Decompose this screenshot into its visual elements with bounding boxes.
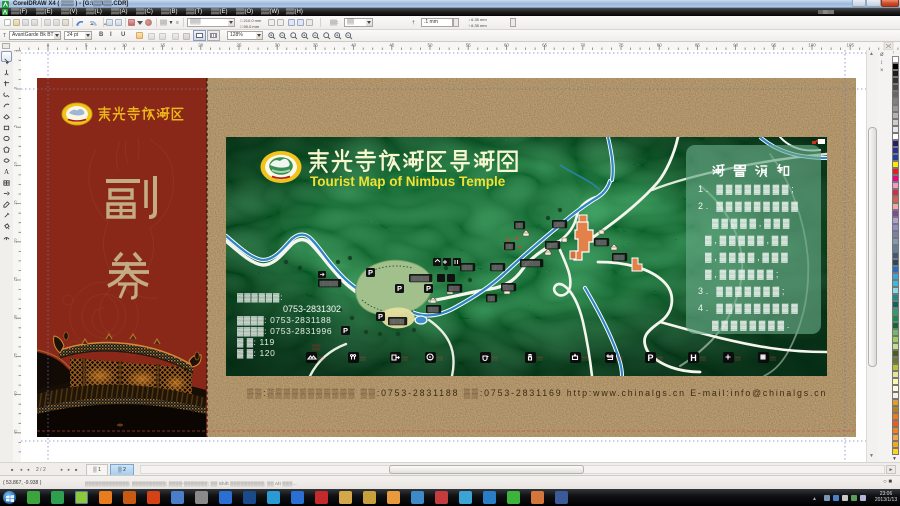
svg-text:P: P [343, 326, 348, 335]
svg-text:▒▒: ▒▒ [360, 356, 366, 361]
svg-text:20: 20 [198, 43, 204, 48]
svg-text:60: 60 [504, 43, 510, 48]
svg-text:▓▓▓▓▓▓▓▓.: ▓▓▓▓▓▓▓▓. [712, 320, 792, 331]
svg-text:▒▒: ▒▒ [506, 243, 514, 250]
svg-text:▒▒: ▒▒ [488, 295, 496, 302]
svg-text:▒▒: ▒▒ [582, 356, 588, 361]
svg-text:25: 25 [13, 276, 18, 281]
svg-text:15: 15 [13, 200, 18, 205]
svg-text:P: P [397, 284, 402, 293]
svg-text:▒▒: ▒▒ [770, 356, 776, 361]
svg-text:90: 90 [733, 43, 739, 48]
svg-text:▒▒:▒▒▒▒▒▒▒▒▒▒▒ ▒▒:0753-2831: ▒▒:▒▒▒▒▒▒▒▒▒▒▒ ▒▒:0753-2831188 ▒▒:0753-2… [247, 388, 827, 399]
svg-text:▒▒: ▒▒ [657, 356, 663, 361]
svg-text:▓▓▓▓: 0753-2831188: ▓▓▓▓: 0753-2831188 [237, 315, 332, 326]
svg-text:▒▒▒: ▒▒▒ [462, 264, 473, 271]
svg-text:20: 20 [13, 238, 18, 243]
svg-text:▒▒: ▒▒ [437, 356, 443, 361]
svg-text:▓,▓▓▓▓,▓▓▓: ▓,▓▓▓▓,▓▓▓ [705, 252, 791, 263]
svg-text:▓▓▓▓▓▓:: ▓▓▓▓▓▓: [237, 292, 284, 303]
svg-text:▒▒: ▒▒ [516, 222, 524, 229]
svg-text:15: 15 [160, 43, 166, 48]
svg-text:▒▒▒: ▒▒▒ [596, 239, 607, 246]
svg-text:▓▓▓▓: 0753-2831996: ▓▓▓▓: 0753-2831996 [237, 326, 332, 337]
svg-text:▓▓▓▓▓,▓▓▓: ▓▓▓▓▓,▓▓▓ [712, 218, 792, 229]
svg-text:▒▒▒: ▒▒▒ [614, 254, 625, 261]
svg-text:105: 105 [846, 43, 854, 48]
svg-text:35: 35 [13, 352, 18, 357]
svg-text:30: 30 [13, 314, 18, 319]
svg-text:4. ▓▓▓▓▓▓▓▓▓: 4. ▓▓▓▓▓▓▓▓▓ [698, 303, 801, 314]
svg-text:▓,▓▓▓▓▓,▓▓: ▓,▓▓▓▓▓,▓▓ [705, 235, 791, 246]
svg-text:85: 85 [695, 43, 701, 48]
svg-text:▒▒▒: ▒▒▒ [492, 264, 503, 271]
svg-text:P: P [426, 284, 431, 293]
svg-text:▒▒: ▒▒ [537, 356, 543, 361]
svg-text:50: 50 [427, 43, 433, 48]
svg-text:Tourist Map of Nimbus Temple: Tourist Map of Nimbus Temple [310, 174, 506, 189]
svg-text:0753-2831302: 0753-2831302 [283, 304, 341, 314]
svg-text:45: 45 [13, 429, 18, 434]
svg-text:95: 95 [771, 43, 777, 48]
svg-text:▓ ▓: 120: ▓ ▓: 120 [237, 348, 275, 359]
svg-text:10: 10 [13, 50, 18, 52]
svg-text:▒▒▒▒▒: ▒▒▒▒▒ [320, 280, 339, 287]
svg-text:▓,▓▓▓▓▓▓;: ▓,▓▓▓▓▓▓; [705, 269, 781, 280]
svg-text:80: 80 [657, 43, 663, 48]
svg-text:75: 75 [618, 43, 624, 48]
svg-text:▒▒▒: ▒▒▒ [449, 285, 460, 292]
svg-text:40: 40 [13, 391, 18, 396]
svg-text:▒▒▒: ▒▒▒ [503, 284, 514, 291]
svg-text:P: P [378, 312, 383, 321]
svg-text:10: 10 [122, 43, 128, 48]
svg-text:▒▒: ▒▒ [318, 356, 324, 361]
svg-text:30: 30 [275, 43, 281, 48]
svg-text:10: 10 [13, 161, 18, 166]
svg-text:3. ▓▓▓▓▓▓▓;: 3. ▓▓▓▓▓▓▓; [698, 286, 787, 297]
svg-text:45: 45 [389, 43, 395, 48]
svg-text:65: 65 [542, 43, 548, 48]
svg-text:▒▒: ▒▒ [312, 344, 321, 351]
svg-text:40: 40 [351, 43, 357, 48]
svg-text:35: 35 [313, 43, 319, 48]
svg-text:55: 55 [466, 43, 472, 48]
svg-text:P: P [647, 353, 653, 363]
svg-text:▒▒: ▒▒ [735, 356, 741, 361]
svg-text:▒▒▒: ▒▒▒ [554, 221, 565, 228]
svg-text:1. ▓▓▓▓▓▓▓▓;: 1. ▓▓▓▓▓▓▓▓; [698, 184, 797, 195]
svg-text:▒▒▒: ▒▒▒ [428, 306, 439, 313]
svg-text:▒▒: ▒▒ [617, 356, 623, 361]
svg-text:100: 100 [808, 43, 816, 48]
svg-text:70: 70 [580, 43, 586, 48]
svg-text:P: P [368, 268, 373, 277]
svg-text:▒▒: ▒▒ [492, 356, 498, 361]
svg-text:25: 25 [236, 43, 242, 48]
svg-text:▒▒▒▒▒: ▒▒▒▒▒ [522, 260, 541, 267]
svg-text:▓ ▓: 119: ▓ ▓: 119 [237, 337, 275, 348]
svg-text:▒▒▒▒▒: ▒▒▒▒▒ [411, 275, 430, 282]
svg-text:▒▒▒▒: ▒▒▒▒ [390, 318, 405, 325]
svg-text:▒▒: ▒▒ [402, 356, 408, 361]
svg-text:2. ▓▓▓▓▓▓▓▓▓: 2. ▓▓▓▓▓▓▓▓▓ [698, 201, 801, 212]
svg-text:▒▒▒: ▒▒▒ [547, 242, 558, 249]
svg-text:H: H [690, 353, 697, 363]
svg-text:▒▒: ▒▒ [700, 356, 706, 361]
